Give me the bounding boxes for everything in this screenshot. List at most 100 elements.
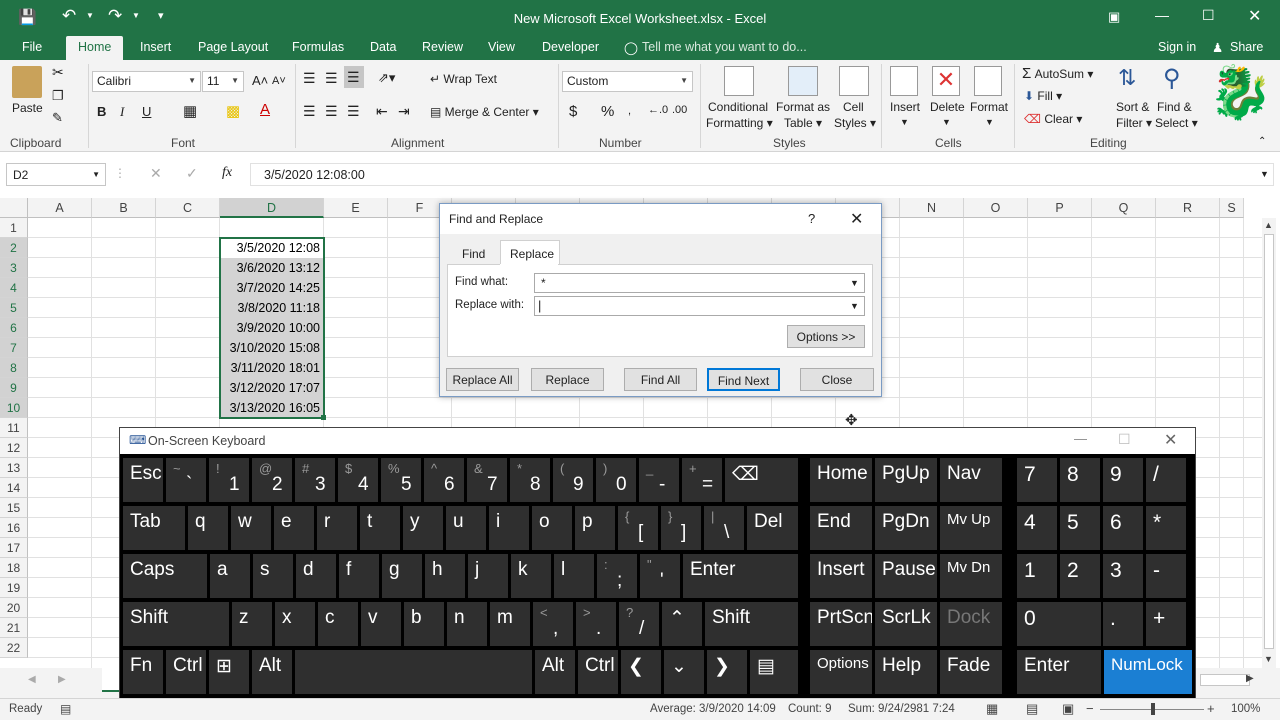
osk-key-letter-r[interactable]: r bbox=[317, 506, 357, 550]
row-header-18[interactable]: 18 bbox=[0, 558, 28, 578]
page-layout-view-icon[interactable]: ▤ bbox=[1026, 701, 1038, 717]
insert-cells-icon[interactable] bbox=[890, 66, 918, 96]
column-header-R[interactable]: R bbox=[1156, 198, 1220, 218]
replace-with-dropdown-icon[interactable]: ▼ bbox=[850, 301, 859, 311]
tell-me-box[interactable]: Tell me what you want to do... bbox=[642, 40, 807, 54]
normal-view-icon[interactable]: ▦ bbox=[986, 701, 998, 717]
osk-key-digit-8[interactable]: * 8 bbox=[510, 458, 550, 502]
column-header-C[interactable]: C bbox=[156, 198, 220, 218]
decrease-decimal-icon[interactable]: .00 bbox=[672, 104, 687, 116]
osk-key-enter[interactable]: Enter bbox=[683, 554, 798, 598]
osk-key-letter-v[interactable]: v bbox=[361, 602, 401, 646]
format-dropdown-icon[interactable]: ▼ bbox=[985, 117, 994, 127]
osk-key-letter-u[interactable]: u bbox=[446, 506, 486, 550]
fill-button[interactable]: ⬇ Fill ▾ bbox=[1024, 89, 1062, 103]
ribbon-display-icon[interactable]: ▣ bbox=[1108, 9, 1120, 25]
italic-button[interactable]: I bbox=[120, 104, 124, 120]
replace-all-button[interactable]: Replace All bbox=[446, 368, 519, 391]
options-button[interactable]: Options >> bbox=[787, 325, 865, 348]
format-as-table-icon[interactable] bbox=[788, 66, 818, 96]
osk-numpad-2-3[interactable]: - bbox=[1146, 554, 1186, 598]
osk-key-letter-a[interactable]: a bbox=[210, 554, 250, 598]
osk-key-digit-0[interactable]: ~ ` bbox=[166, 458, 206, 502]
osk-key-letter-z[interactable]: z bbox=[232, 602, 272, 646]
cell-D9[interactable]: 3/12/2020 17:07 bbox=[220, 378, 323, 398]
osk-key-digit-10[interactable]: ) 0 bbox=[596, 458, 636, 502]
paste-icon[interactable] bbox=[12, 66, 42, 98]
tab-data[interactable]: Data bbox=[370, 40, 396, 54]
find-select-label-1[interactable]: Find & bbox=[1157, 100, 1192, 114]
sort-filter-label-2[interactable]: Filter ▾ bbox=[1116, 116, 1152, 130]
comma-style-icon[interactable]: , bbox=[628, 105, 631, 117]
column-header-B[interactable]: B bbox=[92, 198, 156, 218]
row-header-12[interactable]: 12 bbox=[0, 438, 28, 458]
zoom-in-icon[interactable]: + bbox=[1207, 701, 1215, 716]
format-as-table-label-1[interactable]: Format as bbox=[776, 100, 830, 114]
row-header-2[interactable]: 2 bbox=[0, 238, 28, 258]
cell-D5[interactable]: 3/8/2020 11:18 bbox=[220, 298, 323, 318]
font-name-box[interactable]: Calibri ▼ bbox=[92, 71, 201, 92]
sort-filter-icon[interactable]: ⇅ bbox=[1118, 65, 1136, 91]
font-color-icon[interactable]: A bbox=[260, 101, 270, 118]
minimize-icon[interactable]: — bbox=[1155, 7, 1169, 23]
osk-key-letter-m[interactable]: m bbox=[490, 602, 530, 646]
osk-key-help[interactable]: Help bbox=[875, 650, 937, 694]
zoom-level[interactable]: 100% bbox=[1231, 703, 1260, 715]
row-header-11[interactable]: 11 bbox=[0, 418, 28, 438]
osk-numpad-0-1[interactable]: 8 bbox=[1060, 458, 1100, 502]
column-header-E[interactable]: E bbox=[324, 198, 388, 218]
row-header-10[interactable]: 10 bbox=[0, 398, 28, 418]
osk-key-semicolon[interactable]: :; bbox=[597, 554, 637, 598]
row-header-13[interactable]: 13 bbox=[0, 458, 28, 478]
row-header-14[interactable]: 14 bbox=[0, 478, 28, 498]
align-top-icon[interactable]: ☰ bbox=[303, 70, 316, 87]
tab-developer[interactable]: Developer bbox=[542, 40, 599, 54]
grow-font-icon[interactable]: A˄ bbox=[252, 73, 268, 88]
scroll-up-icon[interactable]: ▲ bbox=[1264, 220, 1273, 230]
osk-key-letter-n[interactable]: n bbox=[447, 602, 487, 646]
clear-button[interactable]: ⌫ Clear ▾ bbox=[1024, 112, 1082, 126]
horizontal-scroll-thumb[interactable] bbox=[1200, 674, 1250, 686]
underline-button[interactable]: U bbox=[142, 104, 151, 119]
osk-key-digit-3[interactable]: #3 bbox=[295, 458, 335, 502]
sheet-scroll-right-icon[interactable]: ▶ bbox=[58, 674, 66, 685]
confirm-entry-icon[interactable]: ✓ bbox=[186, 165, 198, 182]
osk-key-pgup[interactable]: PgUp bbox=[875, 458, 937, 502]
cut-icon[interactable]: ✂ bbox=[52, 64, 64, 81]
fill-color-icon[interactable]: ▩ bbox=[226, 102, 240, 120]
osk-key-letter-l[interactable]: l bbox=[554, 554, 594, 598]
osk-key-mv-up[interactable]: Mv Up bbox=[940, 506, 1002, 550]
delete-dropdown-icon[interactable]: ▼ bbox=[942, 117, 951, 127]
insert-function-button[interactable]: fx bbox=[222, 165, 232, 181]
collapse-ribbon-icon[interactable]: ⌃ bbox=[1258, 136, 1266, 147]
cell-styles-label-1[interactable]: Cell bbox=[843, 100, 864, 114]
osk-numpad-1-1[interactable]: 5 bbox=[1060, 506, 1100, 550]
osk-key-digit-1[interactable]: ! 1 bbox=[209, 458, 249, 502]
osk-key-fade[interactable]: Fade bbox=[940, 650, 1002, 694]
font-size-box[interactable]: 11 ▼ bbox=[202, 71, 244, 92]
format-cells-icon[interactable] bbox=[974, 66, 1002, 96]
sign-in-link[interactable]: Sign in bbox=[1158, 40, 1196, 54]
osk-key-letter-b[interactable]: b bbox=[404, 602, 444, 646]
format-as-table-label-2[interactable]: Table ▾ bbox=[784, 116, 822, 130]
tab-formulas[interactable]: Formulas bbox=[292, 40, 344, 54]
insert-cells-button[interactable]: Insert bbox=[890, 100, 920, 114]
osk-key-digit-6[interactable]: ^ 6 bbox=[424, 458, 464, 502]
osk-maximize-icon[interactable]: ☐ bbox=[1118, 431, 1131, 448]
osk-key-menu[interactable]: ▤ bbox=[750, 650, 798, 694]
row-header-17[interactable]: 17 bbox=[0, 538, 28, 558]
osk-key-comma[interactable]: <, bbox=[533, 602, 573, 646]
close-button[interactable]: Close bbox=[800, 368, 874, 391]
osk-key-pause[interactable]: Pause bbox=[875, 554, 937, 598]
column-header-O[interactable]: O bbox=[964, 198, 1028, 218]
vertical-scroll-thumb[interactable] bbox=[1264, 234, 1274, 649]
osk-key-ctrl-left[interactable]: Ctrl bbox=[166, 650, 206, 694]
find-what-dropdown-icon[interactable]: ▼ bbox=[850, 278, 859, 288]
align-center-icon[interactable]: ☰ bbox=[325, 103, 338, 120]
row-header-6[interactable]: 6 bbox=[0, 318, 28, 338]
share-button[interactable]: Share bbox=[1230, 40, 1263, 54]
increase-indent-icon[interactable]: ⇥ bbox=[398, 103, 410, 120]
cell-D3[interactable]: 3/6/2020 13:12 bbox=[220, 258, 323, 278]
osk-key-digit-4[interactable]: $4 bbox=[338, 458, 378, 502]
find-select-icon[interactable]: ⚲ bbox=[1163, 64, 1181, 93]
